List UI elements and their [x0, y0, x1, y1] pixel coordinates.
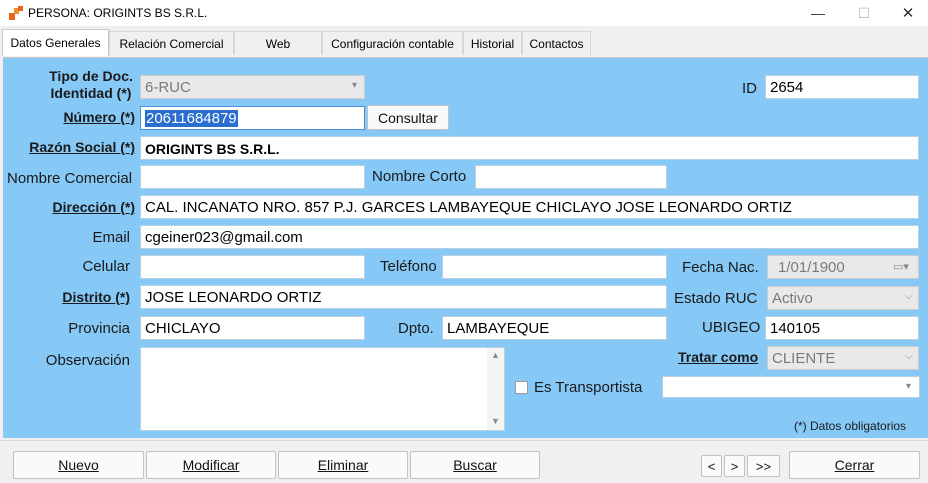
numero-value: 20611684879: [145, 110, 238, 127]
scroll-down-icon[interactable]: ▼: [491, 416, 500, 426]
celular-input[interactable]: [140, 255, 365, 279]
tab-datos-generales[interactable]: Datos Generales: [2, 29, 109, 56]
tab-historial[interactable]: Historial: [463, 31, 522, 55]
estado-ruc-select[interactable]: Activo: [767, 286, 919, 310]
id-field[interactable]: 2654: [765, 75, 919, 99]
next-record-button[interactable]: >: [724, 455, 745, 477]
nombre-comercial-label: Nombre Comercial: [7, 170, 133, 187]
eliminar-button[interactable]: Eliminar: [278, 451, 408, 479]
direccion-label: Dirección (*): [52, 199, 135, 215]
chevron-down-icon: ▾: [352, 80, 358, 91]
dpto-input[interactable]: LAMBAYEQUE: [442, 316, 667, 340]
window-title: PERSONA: ORIGINTS BS S.R.L.: [28, 6, 208, 20]
buscar-button-label: Buscar: [453, 457, 497, 473]
maximize-button[interactable]: ☐: [841, 0, 887, 26]
email-label: Email: [92, 229, 130, 246]
divider: [0, 440, 928, 441]
tratar-como-select[interactable]: CLIENTE: [767, 346, 919, 370]
buscar-button[interactable]: Buscar: [410, 451, 540, 479]
prev-record-button[interactable]: <: [701, 455, 722, 477]
transportista-checkbox[interactable]: [515, 381, 528, 394]
fecha-nac-label: Fecha Nac.: [682, 259, 759, 276]
close-button[interactable]: ✕: [885, 0, 928, 26]
tipo-doc-label-line2: Identidad (*): [50, 85, 132, 101]
chevron-down-icon: ⌵: [905, 351, 913, 362]
transportista-label: Es Transportista: [534, 379, 643, 396]
dpto-label: Dpto.: [398, 320, 434, 337]
observacion-textarea[interactable]: [140, 347, 505, 431]
nuevo-button-label: Nuevo: [58, 457, 99, 473]
distrito-label: Distrito (*): [62, 289, 130, 305]
transportista-select[interactable]: [662, 376, 920, 398]
tipo-doc-label: Tipo de Doc. Identidad (*): [40, 68, 142, 102]
provincia-input[interactable]: CHICLAYO: [140, 316, 365, 340]
razon-social-label: Razón Social (*): [29, 139, 135, 155]
obligatorios-note: (*) Datos obligatorios: [794, 419, 907, 433]
modificar-button-label: Modificar: [182, 457, 240, 473]
tab-strip: Datos Generales Relación Comercial Web C…: [0, 29, 928, 56]
cerrar-button[interactable]: Cerrar: [789, 451, 920, 479]
eliminar-button-label: Eliminar: [317, 457, 369, 473]
direccion-input[interactable]: CAL. INCANATO NRO. 857 P.J. GARCES LAMBA…: [140, 195, 919, 219]
cerrar-button-label: Cerrar: [834, 457, 875, 473]
tipo-doc-label-line1: Tipo de Doc.: [49, 68, 133, 84]
telefono-input[interactable]: [442, 255, 667, 279]
razon-social-input[interactable]: ORIGINTS BS S.R.L.: [140, 136, 919, 160]
consultar-button[interactable]: Consultar: [367, 105, 449, 130]
calendar-icon: ▭▾: [893, 261, 909, 273]
minimize-button[interactable]: —: [795, 0, 841, 26]
telefono-label: Teléfono: [380, 258, 437, 275]
scroll-up-icon[interactable]: ▲: [491, 350, 500, 360]
chevron-down-icon: ⌵: [905, 291, 913, 302]
observacion-label: Observación: [45, 352, 130, 369]
nombre-comercial-input[interactable]: [140, 165, 365, 189]
tab-configuracion-contable[interactable]: Configuración contable: [322, 31, 463, 55]
nombre-corto-input[interactable]: [475, 165, 667, 189]
estado-ruc-label: Estado RUC: [674, 290, 758, 307]
ubigeo-input[interactable]: 140105: [765, 316, 919, 340]
chevron-down-icon: ▾: [906, 381, 912, 392]
tipo-doc-select[interactable]: 6-RUC: [140, 75, 365, 99]
tab-web[interactable]: Web: [234, 31, 322, 55]
celular-label: Celular: [82, 258, 130, 275]
nuevo-button[interactable]: Nuevo: [13, 451, 144, 479]
tratar-como-label: Tratar como: [678, 349, 759, 365]
email-input[interactable]: cgeiner023@gmail.com: [140, 225, 919, 249]
distrito-input[interactable]: JOSE LEONARDO ORTIZ: [140, 285, 667, 309]
tab-relacion-comercial[interactable]: Relación Comercial: [109, 31, 234, 55]
modificar-button[interactable]: Modificar: [146, 451, 276, 479]
numero-input[interactable]: 20611684879: [140, 106, 365, 130]
numero-label: Número (*): [63, 109, 135, 125]
title-bar: PERSONA: ORIGINTS BS S.R.L. — ☐ ✕: [0, 0, 928, 26]
observacion-scrollbar[interactable]: ▲ ▼: [487, 348, 504, 430]
app-logo-icon: [9, 6, 23, 20]
ubigeo-label: UBIGEO: [702, 319, 761, 336]
last-record-button[interactable]: >>: [747, 455, 780, 477]
nombre-corto-label: Nombre Corto: [372, 168, 467, 185]
id-label: ID: [742, 80, 757, 97]
tab-contactos[interactable]: Contactos: [522, 31, 591, 55]
provincia-label: Provincia: [68, 320, 130, 337]
